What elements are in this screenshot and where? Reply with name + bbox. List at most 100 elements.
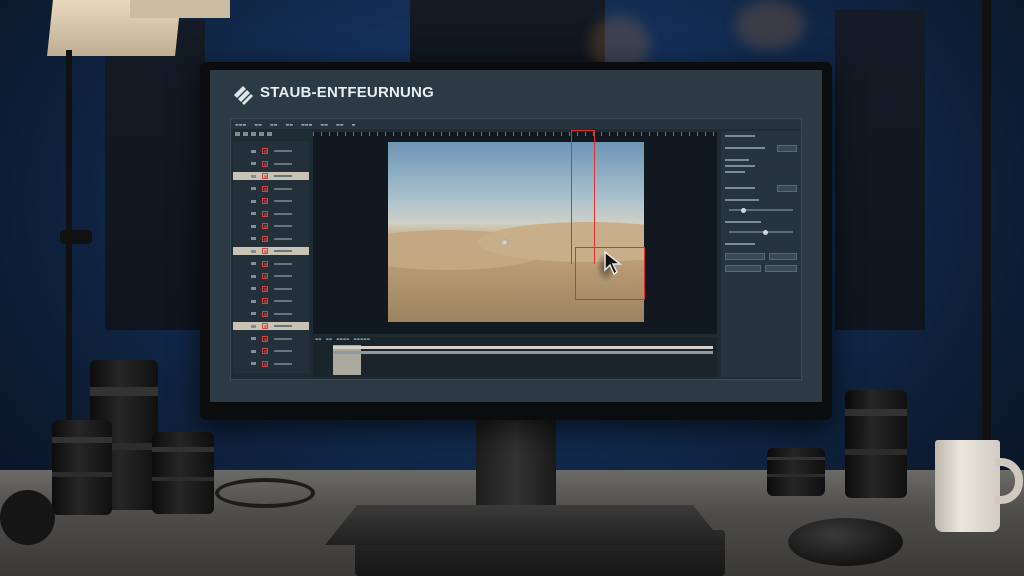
layers-panel xyxy=(233,141,309,373)
eye-icon[interactable] xyxy=(251,249,256,253)
canvas-ruler xyxy=(313,132,717,136)
eye-icon[interactable] xyxy=(251,187,256,190)
remove-x-icon[interactable] xyxy=(262,160,268,167)
eye-icon[interactable] xyxy=(251,299,256,303)
slider[interactable] xyxy=(729,229,793,235)
layer-row[interactable] xyxy=(233,160,309,168)
layer-label xyxy=(274,325,292,327)
layer-row[interactable] xyxy=(233,247,309,255)
layer-row[interactable] xyxy=(233,197,309,205)
remove-x-icon[interactable] xyxy=(262,210,268,217)
layer-row[interactable] xyxy=(233,210,309,218)
remove-x-icon[interactable] xyxy=(262,298,268,304)
computer-mouse xyxy=(788,518,903,566)
remove-x-icon[interactable] xyxy=(262,360,268,367)
eye-icon[interactable] xyxy=(251,262,256,265)
tool-icon[interactable] xyxy=(235,132,240,136)
eye-icon[interactable] xyxy=(251,362,256,365)
eye-icon[interactable] xyxy=(251,199,256,203)
menu-item[interactable]: ▬▬ xyxy=(270,122,278,127)
layer-row[interactable] xyxy=(233,222,309,230)
remove-x-icon[interactable] xyxy=(262,285,268,292)
tab[interactable]: ▬▬ xyxy=(315,337,322,343)
eye-icon[interactable] xyxy=(251,212,256,215)
layer-row[interactable] xyxy=(233,285,309,293)
layer-row[interactable] xyxy=(233,260,309,268)
menu-item[interactable]: ▬▬ xyxy=(285,122,293,127)
remove-x-icon[interactable] xyxy=(262,185,268,192)
layer-row[interactable] xyxy=(233,147,309,155)
layer-label xyxy=(274,225,292,227)
remove-x-icon[interactable] xyxy=(262,348,268,354)
remove-x-icon[interactable] xyxy=(262,260,268,267)
menu-item[interactable]: ▬▬ xyxy=(320,122,328,127)
remove-x-icon[interactable] xyxy=(262,173,268,179)
apply-button[interactable] xyxy=(725,265,761,272)
slider-knob[interactable] xyxy=(763,229,768,235)
layer-row[interactable] xyxy=(233,310,309,318)
eye-icon[interactable] xyxy=(251,237,256,240)
layer-row[interactable] xyxy=(233,360,309,368)
layer-row[interactable] xyxy=(233,185,309,193)
remove-x-icon[interactable] xyxy=(262,248,268,254)
slider[interactable] xyxy=(729,207,793,213)
tab[interactable]: ▬▬▬▬ xyxy=(336,337,349,343)
timeline-track[interactable] xyxy=(333,346,713,349)
slider-knob[interactable] xyxy=(741,207,746,213)
headphones xyxy=(0,490,55,545)
menu-item[interactable]: ▬▬ xyxy=(254,122,262,127)
eye-icon[interactable] xyxy=(251,274,256,278)
eye-icon[interactable] xyxy=(251,349,256,353)
eye-icon[interactable] xyxy=(251,174,256,178)
remove-x-icon[interactable] xyxy=(262,323,268,329)
tool-icon[interactable] xyxy=(243,132,248,136)
layer-row[interactable] xyxy=(233,347,309,355)
timeline-tabs[interactable]: ▬▬ ▬▬ ▬▬▬▬ ▬▬▬▬▬ xyxy=(313,337,370,343)
remove-x-icon[interactable] xyxy=(262,310,268,317)
menu-bar[interactable]: ▬▬▬ ▬▬ ▬▬ ▬▬ ▬▬▬ ▬▬ ▬▬ ▬ xyxy=(231,119,801,129)
tool-icon[interactable] xyxy=(251,132,256,136)
prop-label xyxy=(725,187,755,189)
layer-row[interactable] xyxy=(233,235,309,243)
eye-icon[interactable] xyxy=(251,337,256,340)
camera-lens xyxy=(152,432,214,514)
canvas-area[interactable] xyxy=(313,130,717,334)
menu-item[interactable]: ▬ xyxy=(352,122,356,127)
layer-row[interactable] xyxy=(233,297,309,305)
tab[interactable]: ▬▬▬▬▬ xyxy=(353,337,370,343)
remove-x-icon[interactable] xyxy=(262,223,268,229)
eye-icon[interactable] xyxy=(251,312,256,315)
menu-item[interactable]: ▬▬▬ xyxy=(235,122,246,127)
layer-row[interactable] xyxy=(233,322,309,330)
layer-row[interactable] xyxy=(233,272,309,280)
remove-x-icon[interactable] xyxy=(262,273,268,279)
layer-label xyxy=(274,162,292,165)
light-stand-right xyxy=(982,0,991,440)
eye-icon[interactable] xyxy=(251,287,256,290)
tool-icon[interactable] xyxy=(259,132,264,136)
eye-icon[interactable] xyxy=(251,324,256,328)
prop-label xyxy=(725,135,755,137)
menu-item[interactable]: ▬▬ xyxy=(336,122,344,127)
light-stand-clamp xyxy=(60,230,92,244)
tab[interactable]: ▬▬ xyxy=(326,337,333,343)
remove-x-icon[interactable] xyxy=(262,198,268,204)
tool-icon[interactable] xyxy=(267,132,272,136)
prop-field[interactable] xyxy=(725,253,765,260)
eye-icon[interactable] xyxy=(251,149,256,153)
eye-icon[interactable] xyxy=(251,162,256,165)
timeline-track[interactable] xyxy=(333,351,713,354)
remove-x-icon[interactable] xyxy=(262,235,268,242)
dust-spot[interactable] xyxy=(500,239,509,246)
layer-row[interactable] xyxy=(233,172,309,180)
prop-button[interactable] xyxy=(777,145,797,152)
timeline-panel[interactable]: ▬▬ ▬▬ ▬▬▬▬ ▬▬▬▬▬ xyxy=(313,337,717,377)
remove-x-icon[interactable] xyxy=(262,335,268,342)
eye-icon[interactable] xyxy=(251,224,256,228)
prop-button[interactable] xyxy=(777,185,797,192)
prop-field[interactable] xyxy=(769,253,797,260)
remove-x-icon[interactable] xyxy=(262,148,268,154)
layer-row[interactable] xyxy=(233,335,309,343)
reset-button[interactable] xyxy=(765,265,797,272)
menu-item[interactable]: ▬▬▬ xyxy=(301,122,312,127)
